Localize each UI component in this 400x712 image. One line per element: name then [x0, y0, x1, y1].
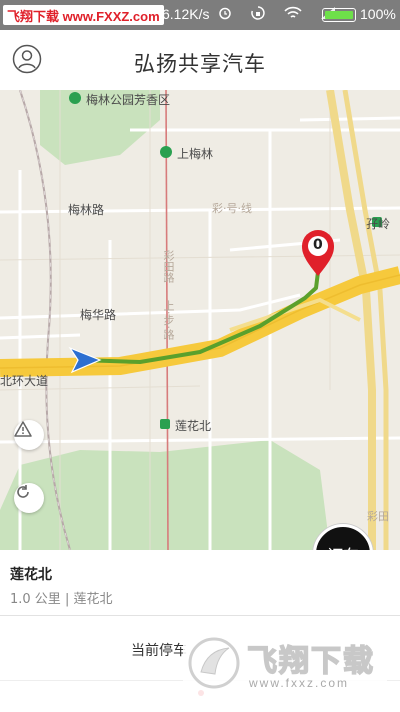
- watermark-logo-icon: [188, 637, 240, 689]
- network-speed: 6.12K/s: [162, 6, 210, 22]
- rotate-lock-icon: [251, 6, 265, 20]
- map-label-road: 北环大道: [0, 374, 49, 388]
- watermark-banner: 飞翔下载 www.FXXZ.com: [3, 5, 164, 25]
- map-view[interactable]: 梅林公园芳香区 上梅林 梅林路 彩·号·线 孖岭 梅华路 北环大道 莲花北 彩田…: [0, 90, 400, 550]
- status-icons: [218, 5, 336, 21]
- map-label-road: 梅林路: [68, 203, 105, 217]
- station-name: 莲花北: [10, 567, 52, 583]
- watermark-text: 飞翔下载: [246, 643, 375, 680]
- alarm-icon: [219, 7, 231, 20]
- battery-level: 100%: [360, 6, 396, 22]
- metro-icon: [160, 146, 172, 158]
- status-bar: 飞翔下载 www.FXXZ.com 6.12K/s 100%: [0, 0, 400, 30]
- map-pin-number: 0: [313, 237, 323, 253]
- station-info-panel[interactable]: 莲花北 1.0 公里 | 莲花北: [0, 550, 400, 616]
- map-label-road: 彩·号·线: [212, 202, 252, 215]
- refresh-icon[interactable]: [14, 483, 44, 513]
- page-title: 弘扬共享汽车: [134, 52, 266, 76]
- app-header: 弘扬共享汽车: [0, 30, 400, 90]
- metro-icon: [160, 419, 170, 429]
- metro-icon: [69, 92, 81, 104]
- map-label-station: 莲花北: [175, 419, 212, 433]
- warning-icon[interactable]: [14, 420, 44, 450]
- battery-icon: [322, 8, 356, 22]
- wifi-icon: [284, 6, 302, 18]
- station-detail: 1.0 公里 | 莲花北: [10, 592, 113, 607]
- map-label-park: 梅林公园芳香区: [86, 93, 171, 107]
- map-label-station: 孖岭: [366, 217, 391, 231]
- watermark-overlay: 飞翔下载 www.fxxz.com: [183, 630, 387, 696]
- watermark-url: www.fxxz.com: [249, 676, 350, 690]
- map-label-road: 彩田: [367, 510, 389, 523]
- map-label-road: 彩田路: [162, 250, 175, 283]
- map-label-metro: 上梅林: [177, 147, 214, 161]
- map-label-road: 上·步·路: [162, 300, 175, 340]
- green-area-south: [0, 440, 330, 550]
- map-label-road: 梅华路: [80, 308, 117, 322]
- current-parking-label[interactable]: 当前停车: [131, 640, 187, 660]
